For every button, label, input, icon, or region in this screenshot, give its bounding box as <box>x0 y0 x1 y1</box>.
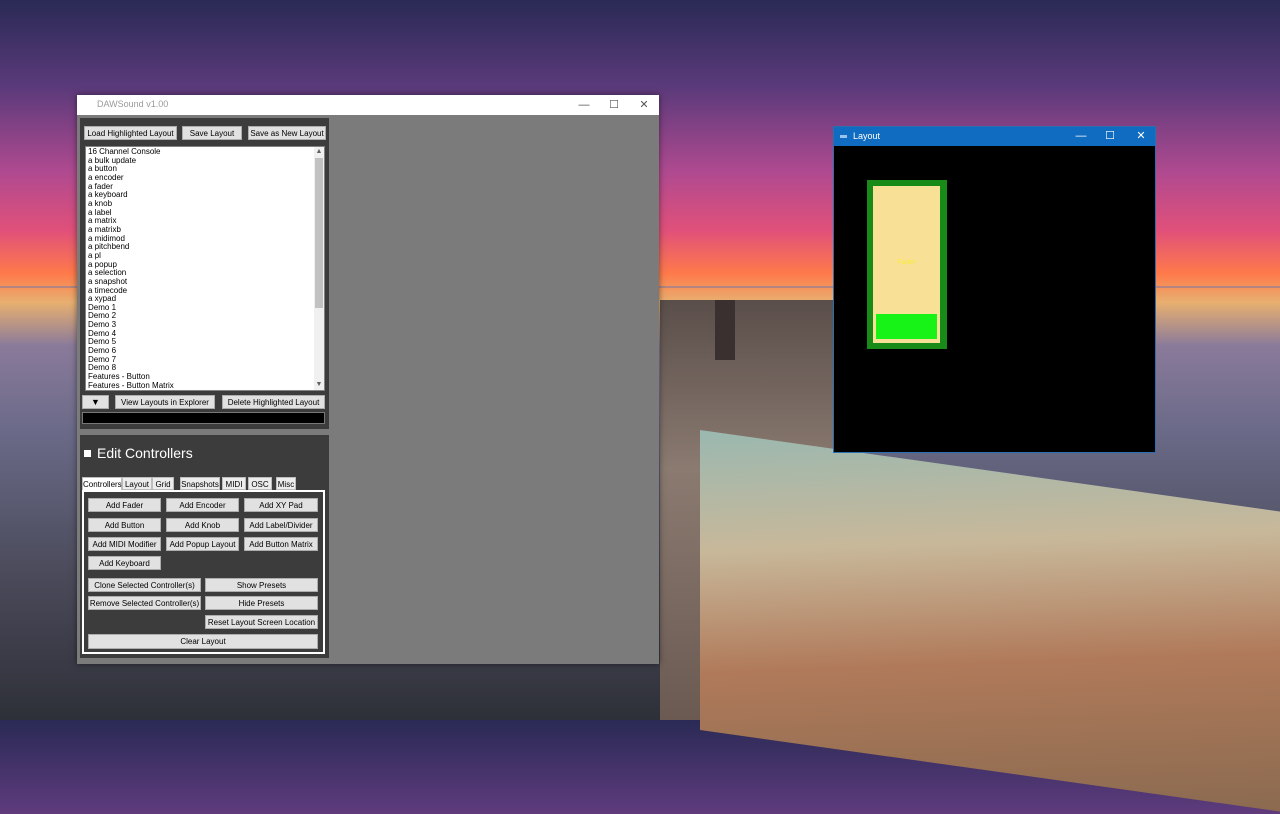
fader-track[interactable]: Fader <box>873 186 940 343</box>
main-window-title: DAWSound v1.00 <box>97 99 169 109</box>
tab-grid[interactable]: Grid <box>152 477 174 490</box>
delete-highlighted-layout-button[interactable]: Delete Highlighted Layout <box>222 395 325 409</box>
tab-midi[interactable]: MIDI <box>222 477 246 490</box>
list-item[interactable]: a encoder <box>88 173 324 183</box>
list-item[interactable]: a label <box>88 208 324 218</box>
list-item[interactable]: a xypad <box>88 294 324 304</box>
scroll-down-icon[interactable]: ▼ <box>314 380 324 390</box>
tab-misc[interactable]: Misc <box>276 477 296 490</box>
close-icon[interactable]: ✕ <box>629 95 659 115</box>
scroll-thumb[interactable] <box>315 158 323 308</box>
add-keyboard-button[interactable]: Add Keyboard <box>88 556 161 570</box>
clear-layout-button[interactable]: Clear Layout <box>88 634 318 649</box>
list-item[interactable]: Demo 5 <box>88 338 324 347</box>
add-popup-layout-button[interactable]: Add Popup Layout <box>166 537 239 551</box>
minimize-icon[interactable]: — <box>1066 127 1096 146</box>
app-icon <box>840 135 847 138</box>
list-item[interactable]: a knob <box>88 199 324 209</box>
show-presets-button[interactable]: Show Presets <box>205 578 318 592</box>
dropdown-arrow-button[interactable]: ▼ <box>82 395 109 409</box>
list-item[interactable]: Demo 3 <box>88 320 324 330</box>
tab-snapshots[interactable]: Snapshots <box>180 477 220 490</box>
list-item[interactable]: a matrix <box>88 217 324 226</box>
edit-controllers-title: Edit Controllers <box>97 445 193 461</box>
list-item[interactable]: a pl <box>88 251 324 261</box>
layout-window: Layout — ☐ ✕ Fader <box>833 126 1156 453</box>
tab-controllers[interactable]: Controllers <box>82 477 122 491</box>
add-button-matrix-button[interactable]: Add Button Matrix <box>244 537 318 551</box>
wallpaper-pier-post <box>715 300 735 360</box>
list-item[interactable]: a bulk update <box>88 156 324 166</box>
add-midi-modifier-button[interactable]: Add MIDI Modifier <box>88 537 161 551</box>
maximize-icon[interactable]: ☐ <box>599 95 629 115</box>
scroll-up-icon[interactable]: ▲ <box>314 147 324 157</box>
load-highlighted-layout-button[interactable]: Load Highlighted Layout <box>84 126 177 140</box>
add-fader-button[interactable]: Add Fader <box>88 498 161 512</box>
list-item[interactable]: Demo 2 <box>88 312 324 321</box>
section-square-icon <box>84 450 91 457</box>
fader-controller[interactable]: Fader <box>867 180 947 349</box>
view-layouts-in-explorer-button[interactable]: View Layouts in Explorer <box>115 395 215 409</box>
close-icon[interactable]: ✕ <box>1126 127 1156 146</box>
clone-selected-controllers-button[interactable]: Clone Selected Controller(s) <box>88 578 201 592</box>
list-item[interactable]: Demo 1 <box>88 303 324 313</box>
controllers-tab-body <box>82 490 325 654</box>
list-scrollbar[interactable]: ▲ ▼ <box>314 147 324 390</box>
hide-presets-button[interactable]: Hide Presets <box>205 596 318 610</box>
layout-window-titlebar[interactable]: Layout — ☐ ✕ <box>834 127 1155 146</box>
list-item[interactable]: a timecode <box>88 286 324 296</box>
tab-osc[interactable]: OSC <box>248 477 272 490</box>
save-layout-button[interactable]: Save Layout <box>182 126 242 140</box>
list-item[interactable]: Demo 7 <box>88 355 324 365</box>
maximize-icon[interactable]: ☐ <box>1095 127 1125 146</box>
wallpaper-pier-rail <box>700 430 1280 814</box>
reset-layout-screen-location-button[interactable]: Reset Layout Screen Location <box>205 615 318 629</box>
main-window-titlebar[interactable]: DAWSound v1.00 — ☐ ✕ <box>77 95 659 115</box>
add-button-button[interactable]: Add Button <box>88 518 161 532</box>
tab-layout[interactable]: Layout <box>122 477 152 490</box>
list-item[interactable]: Features - Button Matrix <box>88 381 324 390</box>
list-item[interactable]: Demo 4 <box>88 329 324 339</box>
layout-list: 16 Channel Console a bulk update a button a… <box>86 147 324 390</box>
layout-name-field[interactable] <box>82 412 325 424</box>
fader-label: Fader <box>897 259 916 266</box>
remove-selected-controllers-button[interactable]: Remove Selected Controller(s) <box>88 596 201 610</box>
fader-level-fill <box>876 314 937 339</box>
list-item[interactable]: Demo 6 <box>88 346 324 356</box>
list-item[interactable]: a keyboard <box>88 191 324 200</box>
layout-window-title: Layout <box>853 131 881 141</box>
add-knob-button[interactable]: Add Knob <box>166 518 239 532</box>
minimize-icon[interactable]: — <box>569 95 599 115</box>
layout-listbox[interactable]: 16 Channel Console a bulk update a button a… <box>85 146 325 391</box>
add-encoder-button[interactable]: Add Encoder <box>166 498 239 512</box>
save-as-new-layout-button[interactable]: Save as New Layout <box>248 126 326 140</box>
add-xy-pad-button[interactable]: Add XY Pad <box>244 498 318 512</box>
add-label-divider-button[interactable]: Add Label/Divider <box>244 518 318 532</box>
list-item[interactable]: a pitchbend <box>88 243 324 252</box>
